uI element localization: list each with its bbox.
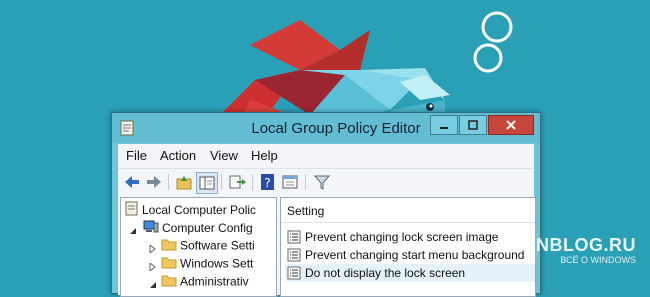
tree-item-local-computer-policy[interactable]: Local Computer Polic bbox=[125, 201, 256, 219]
group-policy-window: Local Group Policy Editor File Action Vi… bbox=[111, 112, 541, 297]
minimize-icon bbox=[440, 127, 448, 129]
setting-label: Prevent changing start menu background bbox=[305, 248, 525, 262]
minimize-button[interactable] bbox=[430, 115, 458, 135]
properties-icon[interactable] bbox=[280, 172, 300, 192]
toolbar-separator bbox=[252, 174, 253, 190]
tree-item-label: Administrativ bbox=[180, 274, 249, 289]
help-icon[interactable]: ? bbox=[258, 172, 278, 192]
content-area: Local Computer Polic Computer Config Sof… bbox=[118, 195, 536, 297]
computer-icon bbox=[143, 219, 159, 237]
filter-icon[interactable] bbox=[312, 172, 332, 192]
tree-item-computer-configuration[interactable]: Computer Config bbox=[125, 219, 253, 237]
menu-help[interactable]: Help bbox=[251, 148, 278, 163]
toolbar-separator bbox=[168, 174, 169, 190]
tree-item-label: Software Setti bbox=[180, 238, 255, 253]
forward-icon[interactable] bbox=[144, 172, 164, 192]
menu-action[interactable]: Action bbox=[160, 148, 196, 163]
export-list-icon[interactable] bbox=[227, 172, 247, 192]
folder-icon bbox=[161, 273, 177, 290]
policy-document-icon bbox=[125, 201, 139, 219]
tree-item-label: Windows Sett bbox=[180, 256, 254, 271]
menu-bar: File Action View Help bbox=[118, 144, 534, 168]
settings-list-pane: Setting Prevent changing lock screen ima… bbox=[280, 197, 536, 297]
toolbar: ? bbox=[118, 168, 534, 195]
expand-arrow-icon[interactable] bbox=[149, 260, 157, 274]
folder-icon bbox=[161, 237, 177, 254]
toolbar-separator bbox=[305, 174, 306, 190]
tree-item-label: Local Computer Polic bbox=[142, 203, 257, 217]
column-header-label: Setting bbox=[287, 204, 325, 218]
back-icon[interactable] bbox=[122, 172, 142, 192]
menu-file[interactable]: File bbox=[126, 148, 147, 163]
window-controls bbox=[429, 115, 534, 135]
watermark-title: WINBLOG.RU bbox=[513, 235, 636, 255]
maximize-icon bbox=[468, 120, 478, 130]
tree-item-software-settings[interactable]: Software Setti bbox=[125, 237, 255, 255]
console-tree[interactable]: Local Computer Polic Computer Config Sof… bbox=[120, 197, 277, 297]
setting-label: Do not display the lock screen bbox=[305, 266, 466, 280]
policy-setting-icon bbox=[287, 266, 301, 283]
close-button[interactable] bbox=[488, 115, 534, 135]
policy-setting-icon bbox=[287, 230, 301, 247]
tree-item-administrative-templates[interactable]: Administrativ bbox=[125, 273, 249, 291]
collapse-arrow-icon[interactable] bbox=[129, 224, 137, 238]
toolbar-separator bbox=[221, 174, 222, 190]
close-icon bbox=[506, 120, 516, 130]
site-watermark: WINBLOG.RU ВСЁ О WINDOWS bbox=[513, 235, 636, 265]
setting-row[interactable]: Prevent changing lock screen image bbox=[285, 228, 535, 247]
setting-label: Prevent changing lock screen image bbox=[305, 230, 499, 244]
tree-item-label: Computer Config bbox=[162, 221, 253, 235]
setting-column-header[interactable]: Setting bbox=[281, 198, 535, 223]
collapse-arrow-icon[interactable] bbox=[149, 278, 157, 292]
menu-view[interactable]: View bbox=[210, 148, 238, 163]
expand-arrow-icon[interactable] bbox=[149, 242, 157, 256]
tree-item-windows-settings[interactable]: Windows Sett bbox=[125, 255, 253, 273]
watermark-subtitle: ВСЁ О WINDOWS bbox=[560, 255, 636, 265]
policy-setting-icon bbox=[287, 248, 301, 265]
title-bar[interactable]: Local Group Policy Editor bbox=[112, 113, 540, 143]
folder-icon bbox=[161, 255, 177, 272]
setting-row[interactable]: Prevent changing start menu background bbox=[285, 246, 535, 265]
svg-text:?: ? bbox=[264, 176, 270, 190]
setting-row-selected[interactable]: Do not display the lock screen bbox=[285, 264, 535, 283]
show-hide-tree-icon[interactable] bbox=[196, 172, 218, 194]
up-folder-icon[interactable] bbox=[174, 172, 194, 192]
maximize-button[interactable] bbox=[459, 115, 487, 135]
